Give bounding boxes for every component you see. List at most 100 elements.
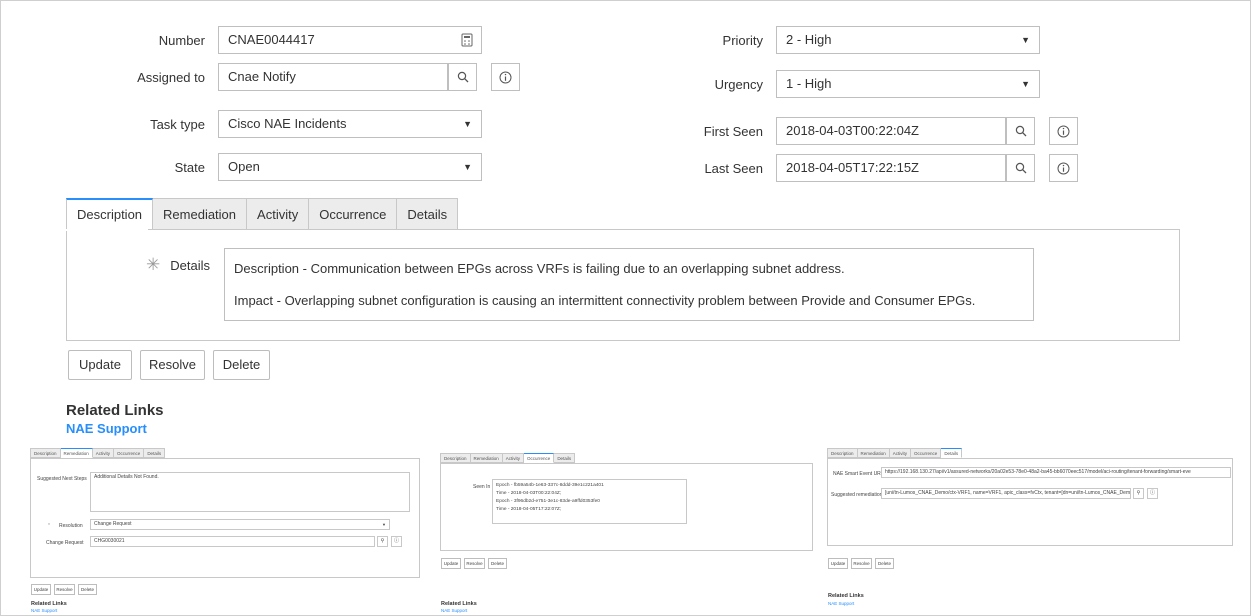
assigned-to-search-button[interactable] xyxy=(448,63,477,91)
thumb1-update-button[interactable]: Update xyxy=(31,584,51,595)
thumb1-tab-details[interactable]: Details xyxy=(144,448,166,458)
thumb2-resolve-button[interactable]: Resolve xyxy=(464,558,485,569)
thumb1-resolution-value: Change Request xyxy=(94,521,132,527)
details-line-impact: Impact - Overlapping subnet configuratio… xyxy=(234,293,976,308)
thumb2-delete-button[interactable]: Delete xyxy=(488,558,507,569)
assigned-to-label: Assigned to xyxy=(137,70,205,85)
last-seen-search-button[interactable] xyxy=(1006,154,1035,182)
thumb3-info-icon[interactable]: ⓘ xyxy=(1147,488,1158,499)
thumb2-related-links-heading: Related Links xyxy=(441,601,477,607)
thumb3-search-icon[interactable]: ⚲ xyxy=(1133,488,1144,499)
thumb2-tab-description[interactable]: Description xyxy=(440,453,471,463)
thumb2-nae-support-link[interactable]: NAE Support xyxy=(441,608,467,613)
tab-activity[interactable]: Activity xyxy=(247,198,310,230)
assigned-to-field[interactable]: Cnae Notify xyxy=(218,63,448,91)
thumb1-tab-remediation[interactable]: Remediation xyxy=(60,448,93,458)
thumb2-tab-occurrence[interactable]: Occurrence xyxy=(524,453,555,463)
thumb1-nae-support-link[interactable]: NAE Support xyxy=(31,608,57,613)
thumb1-tab-description[interactable]: Description xyxy=(30,448,61,458)
tab-occurrence[interactable]: Occurrence xyxy=(309,198,398,230)
thumb3-tab-bar: Description Remediation Activity Occurre… xyxy=(827,448,963,458)
last-seen-field[interactable]: 2018-04-05T17:22:15Z xyxy=(776,154,1006,182)
thumb1-related-links-heading: Related Links xyxy=(31,601,67,607)
urgency-select[interactable]: 1 - High ▼ xyxy=(776,70,1040,98)
chevron-down-icon: ▼ xyxy=(463,119,472,129)
task-type-value: Cisco NAE Incidents xyxy=(228,116,347,131)
nae-support-link[interactable]: NAE Support xyxy=(66,421,147,436)
assigned-to-value: Cnae Notify xyxy=(228,69,296,84)
tab-details[interactable]: Details xyxy=(397,198,459,230)
thumb3-delete-button[interactable]: Delete xyxy=(875,558,894,569)
thumb2-update-button[interactable]: Update xyxy=(441,558,461,569)
number-label: Number xyxy=(158,33,205,48)
priority-select[interactable]: 2 - High ▼ xyxy=(776,26,1040,54)
number-field[interactable]: CNAE0044417 xyxy=(218,26,482,54)
thumbnail-details: Description Remediation Activity Occurre… xyxy=(825,448,1235,613)
details-textarea[interactable]: Description - Communication between EPGs… xyxy=(224,248,1034,321)
thumb2-time-line-1: Time - 2018-04-03T00:22:04Z; xyxy=(496,491,562,496)
thumb1-change-request-label: Change Request xyxy=(46,540,84,546)
thumb1-resolution-select[interactable]: Change Request ▼ xyxy=(90,519,390,530)
thumbnail-remediation: Description Remediation Activity Occurre… xyxy=(17,448,422,613)
task-type-select[interactable]: Cisco NAE Incidents ▼ xyxy=(218,110,482,138)
update-button[interactable]: Update xyxy=(68,350,132,380)
thumb1-tab-activity[interactable]: Activity xyxy=(92,448,115,458)
urgency-label: Urgency xyxy=(714,77,763,92)
thumb1-next-steps-label: Suggested Next Steps xyxy=(37,476,87,482)
thumb3-tab-description[interactable]: Description xyxy=(827,448,858,458)
thumb3-resolve-button[interactable]: Resolve xyxy=(851,558,872,569)
delete-button[interactable]: Delete xyxy=(213,350,270,380)
thumb1-change-request-field[interactable]: CHG0030021 xyxy=(90,536,375,547)
search-icon xyxy=(1015,125,1026,137)
tab-remediation[interactable]: Remediation xyxy=(153,198,248,230)
thumb2-tab-activity[interactable]: Activity xyxy=(502,453,525,463)
thumb1-search-icon[interactable]: ⚲ xyxy=(377,536,388,547)
thumb3-tab-details[interactable]: Details xyxy=(941,448,963,458)
thumb1-chevron-down-icon: ▼ xyxy=(382,522,386,527)
thumb1-next-steps-textarea[interactable]: Additional Details Not Found. xyxy=(90,472,410,512)
thumb3-remediation-label: Suggested remediation xyxy=(831,492,883,498)
state-value: Open xyxy=(228,159,260,174)
thumb1-tab-bar: Description Remediation Activity Occurre… xyxy=(30,448,166,458)
first-seen-label: First Seen xyxy=(703,124,763,139)
thumb1-resolve-button[interactable]: Resolve xyxy=(54,584,75,595)
priority-value: 2 - High xyxy=(786,32,832,47)
thumb3-url-field[interactable]: https://192.168.130.27/api/v1/assured-ne… xyxy=(881,467,1231,478)
info-icon xyxy=(1057,125,1070,137)
first-seen-field[interactable]: 2018-04-03T00:22:04Z xyxy=(776,117,1006,145)
state-select[interactable]: Open ▼ xyxy=(218,153,482,181)
thumb1-tab-occurrence[interactable]: Occurrence xyxy=(114,448,145,458)
assigned-to-info-button[interactable] xyxy=(491,63,520,91)
chevron-down-icon: ▼ xyxy=(1021,79,1030,89)
thumb3-tab-activity[interactable]: Activity xyxy=(889,448,912,458)
last-seen-label: Last Seen xyxy=(704,161,763,176)
first-seen-search-button[interactable] xyxy=(1006,117,1035,145)
thumb1-resolution-label: Resolution xyxy=(59,523,83,529)
calculator-icon[interactable] xyxy=(461,33,473,47)
thumb3-remediation-field[interactable]: [uni/tn-Lumos_CNAE_Demo/ctx-VRF1, name=V… xyxy=(881,488,1131,499)
chevron-down-icon: ▼ xyxy=(463,162,472,172)
thumb2-tab-details[interactable]: Details xyxy=(554,453,576,463)
thumb3-tab-remediation[interactable]: Remediation xyxy=(857,448,890,458)
priority-label: Priority xyxy=(722,33,763,48)
thumb1-info-icon[interactable]: ⓘ xyxy=(391,536,402,547)
urgency-value: 1 - High xyxy=(786,76,832,91)
thumb2-time-line-2: Time - 2018-04-05T17:22:07Z; xyxy=(496,507,562,512)
thumb3-nae-support-link[interactable]: NAE Support xyxy=(828,601,854,606)
thumb3-tab-occurrence[interactable]: Occurrence xyxy=(911,448,942,458)
thumb1-delete-button[interactable]: Delete xyxy=(78,584,97,595)
resolve-button[interactable]: Resolve xyxy=(140,350,205,380)
thumb2-tab-remediation[interactable]: Remediation xyxy=(470,453,503,463)
details-line-description: Description - Communication between EPGs… xyxy=(234,261,845,276)
last-seen-info-button[interactable] xyxy=(1049,154,1078,182)
info-icon xyxy=(1057,162,1070,174)
tab-description[interactable]: Description xyxy=(66,198,154,230)
thumb2-seen-in-textarea[interactable]: Epoch - fb59a54b-1e63-337c-8ddd-39e1c221… xyxy=(492,479,687,524)
number-value: CNAE0044417 xyxy=(228,32,315,47)
search-icon xyxy=(457,71,468,83)
first-seen-info-button[interactable] xyxy=(1049,117,1078,145)
task-type-label: Task type xyxy=(150,117,205,132)
asterisk-icon: ✳ xyxy=(146,255,161,274)
thumb3-update-button[interactable]: Update xyxy=(828,558,848,569)
details-label: Details xyxy=(170,258,210,273)
